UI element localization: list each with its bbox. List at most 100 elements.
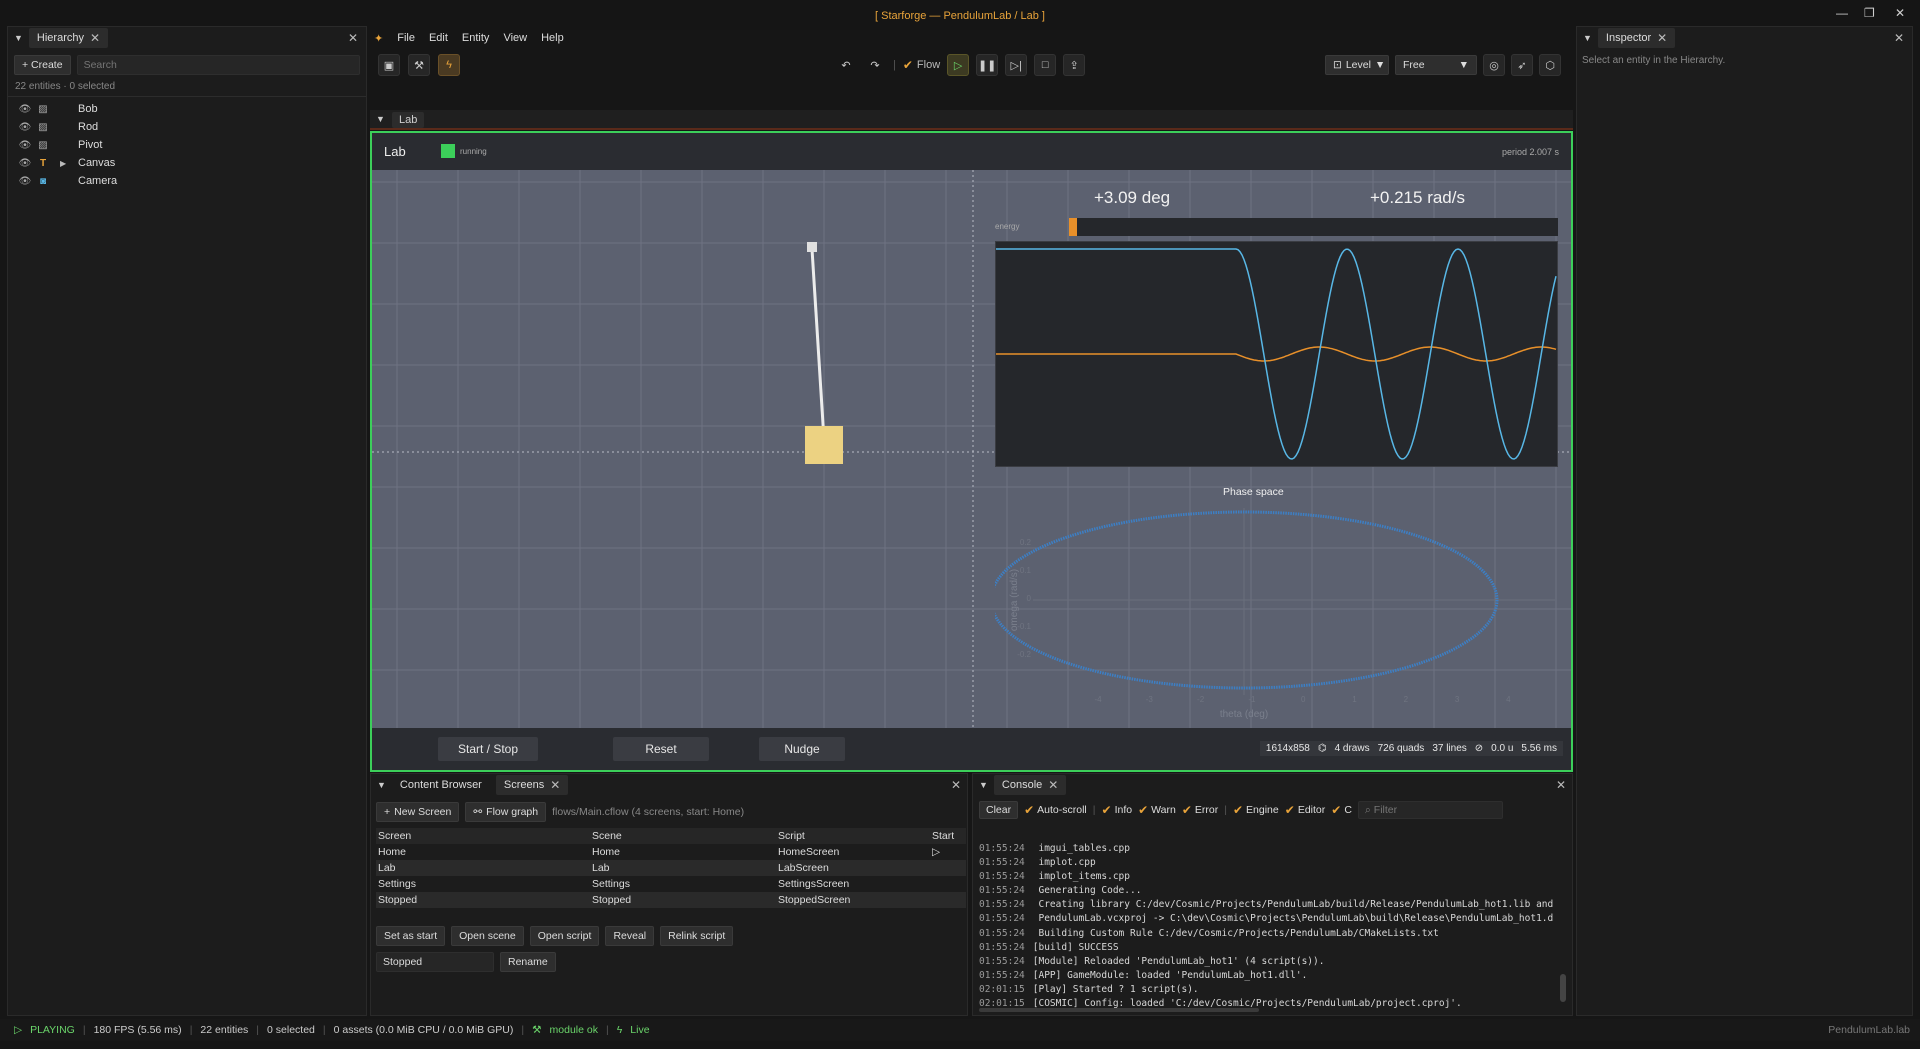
energy-bar-fill xyxy=(1069,218,1077,236)
console-timestamp: 01:55:24 xyxy=(979,969,1025,981)
table-row[interactable]: Settings Settings SettingsScreen xyxy=(376,876,966,892)
column-header[interactable]: Start xyxy=(930,828,966,844)
pause-icon[interactable]: ❚❚ xyxy=(976,54,999,76)
phase-xtick: 1 xyxy=(1352,695,1357,704)
filter-autoscroll[interactable]: ✔ Auto-scroll xyxy=(1024,803,1087,817)
close-panel-icon[interactable]: ✕ xyxy=(1894,31,1904,45)
target-icon[interactable]: ◎ xyxy=(1483,54,1505,76)
reveal-button[interactable]: Reveal xyxy=(605,926,655,946)
clear-button[interactable]: Clear xyxy=(979,801,1019,819)
flow-path: flows/Main.cflow (4 screens, start: Home… xyxy=(552,806,745,818)
rename-input[interactable] xyxy=(376,952,494,972)
panel-menu-icon[interactable]: ▼ xyxy=(979,780,988,790)
console-line: 01:55:24 [APP] GameModule: loaded 'Pendul… xyxy=(979,970,1554,984)
new-screen-button[interactable]: + New Screen xyxy=(376,802,460,822)
relink-script-button[interactable]: Relink script xyxy=(660,926,734,946)
filter-info[interactable]: ✔ Info xyxy=(1102,803,1133,817)
cube-icon[interactable]: ⬡ xyxy=(1539,54,1561,76)
console-scrollbar[interactable] xyxy=(1560,974,1566,1002)
console-hscrollbar[interactable] xyxy=(979,1008,1259,1012)
list-item[interactable]: 👁 ▨ Bob xyxy=(16,100,366,118)
filter-label: C xyxy=(1344,804,1352,816)
camera-mode-dropdown[interactable]: Free ▼ xyxy=(1395,55,1477,75)
close-panel-icon[interactable]: ✕ xyxy=(1556,778,1566,792)
close-tab-icon[interactable]: ✕ xyxy=(550,778,560,792)
filter-warn[interactable]: ✔ Warn xyxy=(1138,803,1176,817)
console-filter[interactable]: ⌕ xyxy=(1357,801,1503,819)
open-script-button[interactable]: Open script xyxy=(529,926,600,946)
scene-viewport[interactable]: Lab running period 2.007 s +3.09 deg +0.… xyxy=(370,131,1573,772)
menu-file[interactable]: File xyxy=(397,32,415,44)
stop-icon[interactable]: □ xyxy=(1034,54,1057,76)
list-item[interactable]: 👁 ◙ Camera xyxy=(16,172,366,190)
play-icon[interactable]: ▷ xyxy=(947,54,970,76)
maximize-button[interactable]: ❐ xyxy=(1864,6,1875,20)
column-header[interactable]: Scene xyxy=(590,828,776,844)
panel-menu-icon[interactable]: ▼ xyxy=(1583,33,1592,43)
eye-icon[interactable]: 👁 xyxy=(16,122,34,133)
eye-icon[interactable]: 👁 xyxy=(16,176,34,187)
filter-engine[interactable]: ✔ Engine xyxy=(1233,803,1279,817)
panel-menu-icon[interactable]: ▼ xyxy=(376,114,385,124)
tab-screens[interactable]: Screens ✕ xyxy=(495,775,569,795)
build-icon[interactable]: ⚒ xyxy=(408,54,430,76)
console-log[interactable]: 01:55:24 imgui_tables.cpp 01:55:24 implot… xyxy=(979,843,1554,1011)
eye-icon[interactable]: 👁 xyxy=(16,158,34,169)
close-window-button[interactable]: ✕ xyxy=(1895,6,1905,20)
filter-error[interactable]: ✔ Error xyxy=(1182,803,1218,817)
filter-label: Warn xyxy=(1151,804,1176,816)
table-row[interactable]: Lab Lab LabScreen xyxy=(376,860,966,876)
tab-content-browser[interactable]: Content Browser xyxy=(392,776,490,794)
tab-hierarchy[interactable]: Hierarchy ✕ xyxy=(28,28,109,48)
panel-menu-icon[interactable]: ▼ xyxy=(377,780,386,790)
open-scene-button[interactable]: Open scene xyxy=(451,926,524,946)
list-item[interactable]: 👁 ▨ Rod xyxy=(16,118,366,136)
time-plot xyxy=(995,241,1558,467)
table-row[interactable]: Stopped Stopped StoppedScreen xyxy=(376,892,966,908)
reset-button[interactable]: Reset xyxy=(613,737,709,761)
console-filter-input[interactable] xyxy=(1373,804,1494,816)
list-item[interactable]: 👁 ▨ Pivot xyxy=(16,136,366,154)
close-tab-icon[interactable]: ✕ xyxy=(1048,778,1058,792)
close-panel-icon[interactable]: ✕ xyxy=(951,778,961,792)
tab-console[interactable]: Console ✕ xyxy=(993,775,1067,795)
column-header[interactable]: Screen xyxy=(376,828,590,844)
eye-icon[interactable]: 👁 xyxy=(16,140,34,151)
menu-edit[interactable]: Edit xyxy=(429,32,448,44)
flow-graph-button[interactable]: ⚯ Flow graph xyxy=(465,802,547,822)
level-dropdown[interactable]: ⊡ Level ▼ xyxy=(1325,55,1389,75)
export-icon[interactable]: ⇪ xyxy=(1063,54,1086,76)
set-as-start-button[interactable]: Set as start xyxy=(376,926,446,946)
table-cell: Home xyxy=(378,846,407,858)
filter-editor[interactable]: ✔ Editor xyxy=(1285,803,1326,817)
undo-icon[interactable]: ↶ xyxy=(835,54,857,76)
rename-button[interactable]: Rename xyxy=(500,952,556,972)
tab-lab[interactable]: Lab xyxy=(392,112,425,128)
close-tab-icon[interactable]: ✕ xyxy=(90,31,100,45)
entity-name: Canvas xyxy=(78,157,116,169)
redo-icon[interactable]: ↷ xyxy=(864,54,886,76)
nudge-button[interactable]: Nudge xyxy=(759,737,845,761)
eye-icon[interactable]: 👁 xyxy=(16,104,34,115)
table-row[interactable]: Home Home HomeScreen ▷ xyxy=(376,844,966,860)
menu-view[interactable]: View xyxy=(503,32,527,44)
panel-menu-icon[interactable]: ▼ xyxy=(14,33,23,43)
tab-inspector[interactable]: Inspector ✕ xyxy=(1597,28,1676,48)
hot-reload-icon[interactable]: ϟ xyxy=(438,54,460,76)
menu-entity[interactable]: Entity xyxy=(462,32,490,44)
close-tab-icon[interactable]: ✕ xyxy=(1657,31,1667,45)
step-icon[interactable]: ▷| xyxy=(1005,54,1028,76)
menu-help[interactable]: Help xyxy=(541,32,564,44)
flow-toggle[interactable]: ✔ Flow xyxy=(903,58,940,72)
hierarchy-search-input[interactable] xyxy=(76,55,360,75)
rocket-icon[interactable]: ➶ xyxy=(1511,54,1533,76)
expand-arrow-icon[interactable]: ▶ xyxy=(60,159,78,168)
start-stop-button[interactable]: Start / Stop xyxy=(438,737,538,761)
filter-c[interactable]: ✔ C xyxy=(1331,803,1352,817)
create-button[interactable]: + Create xyxy=(14,55,71,75)
minimize-button[interactable]: — xyxy=(1836,6,1848,20)
save-icon[interactable]: ▣ xyxy=(378,54,400,76)
list-item[interactable]: 👁 T ▶ Canvas xyxy=(16,154,366,172)
close-panel-icon[interactable]: ✕ xyxy=(348,31,358,45)
column-header[interactable]: Script xyxy=(776,828,930,844)
